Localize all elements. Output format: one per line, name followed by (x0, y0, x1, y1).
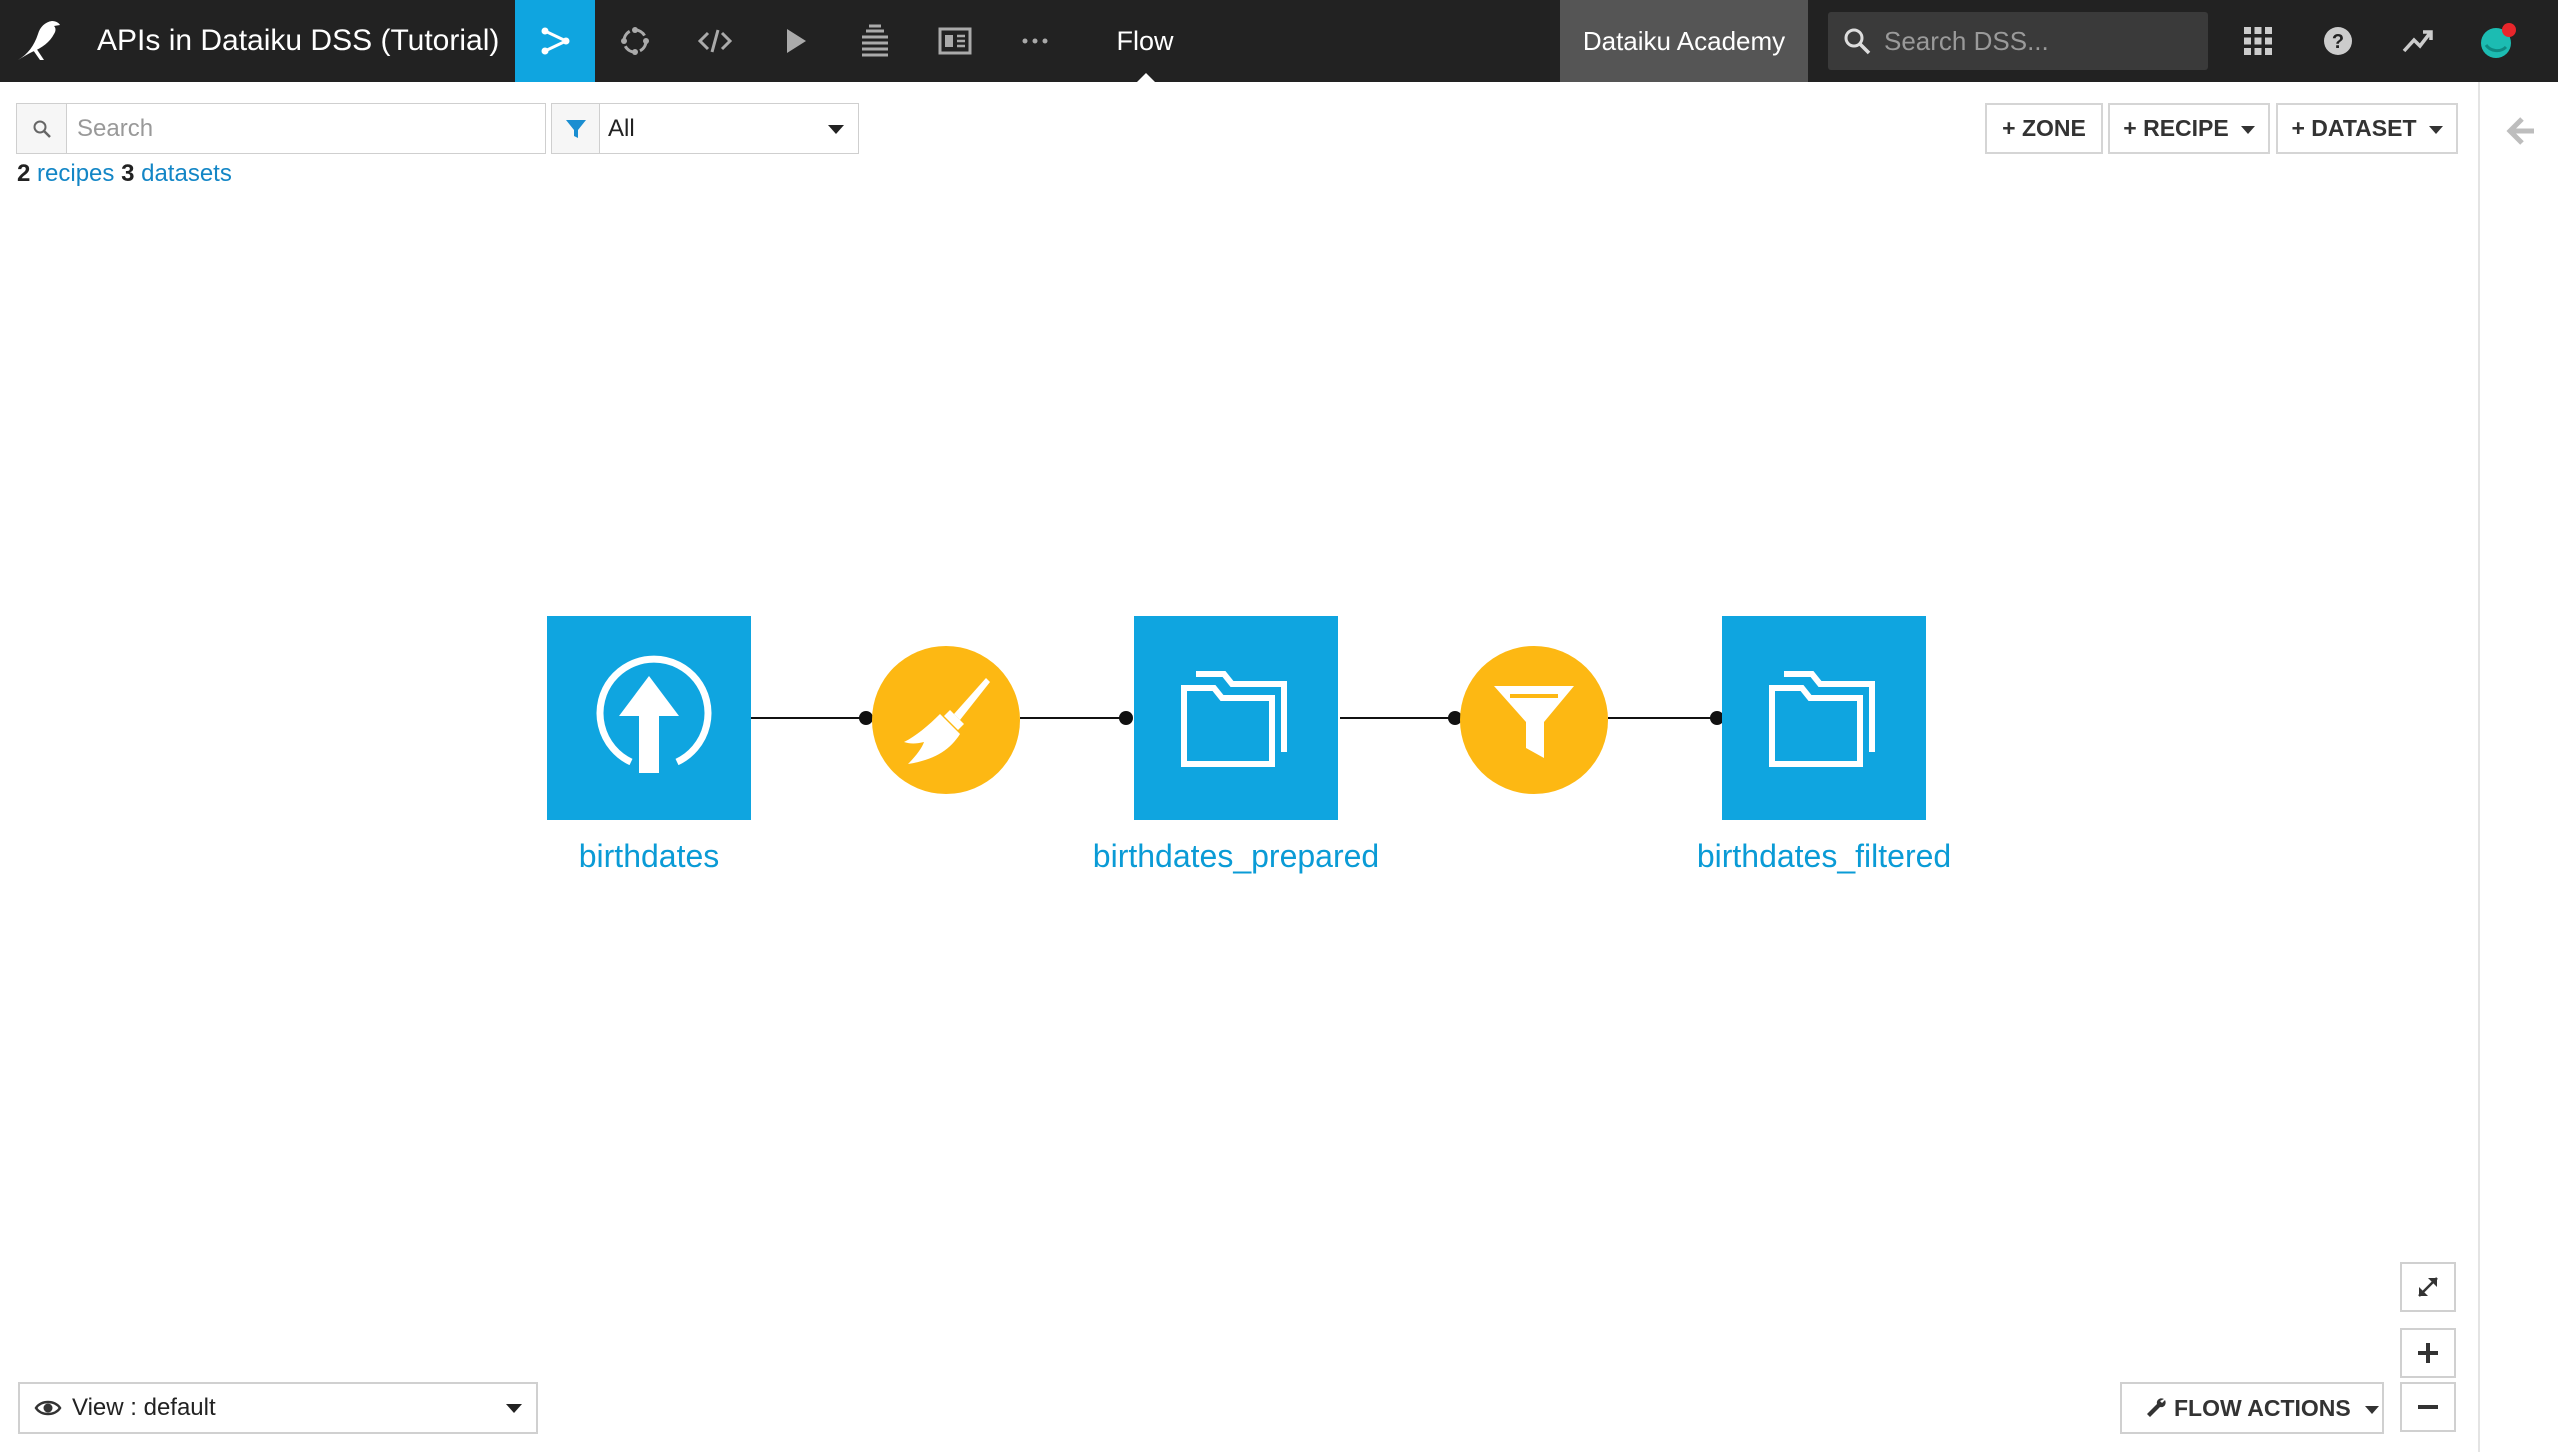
datasets-count: 3 (121, 160, 135, 187)
project-title[interactable]: APIs in Dataiku DSS (Tutorial) (97, 0, 499, 82)
add-zone-button[interactable]: + ZONE (1985, 103, 2103, 154)
filter-funnel-icon[interactable] (551, 103, 599, 154)
fit-to-screen-button[interactable] (2400, 1262, 2456, 1312)
dataset-label[interactable]: birthdates (449, 838, 849, 875)
dataiku-logo-icon[interactable] (14, 18, 64, 64)
view-select-label: View : default (72, 1394, 216, 1421)
activity-icon[interactable] (2382, 0, 2454, 82)
dashboard-icon[interactable] (915, 0, 995, 82)
flow-icon[interactable] (515, 0, 595, 82)
dataset-label[interactable]: birthdates_prepared (1036, 838, 1436, 875)
search-icon (17, 104, 67, 153)
svg-text:?: ? (2332, 31, 2344, 53)
chevron-down-icon (828, 125, 844, 134)
jobs-icon[interactable] (595, 0, 675, 82)
run-icon[interactable] (755, 0, 835, 82)
wrench-icon (2147, 1398, 2166, 1417)
zoom-out-button[interactable] (2400, 1382, 2456, 1432)
recipe-node-prepare[interactable] (872, 646, 1020, 794)
code-icon[interactable] (675, 0, 755, 82)
add-dataset-label: + DATASET (2291, 115, 2417, 141)
recipes-count: 2 (17, 160, 31, 187)
stack-icon[interactable] (835, 0, 915, 82)
folder-icon (1181, 671, 1287, 767)
flow-edge (1608, 717, 1718, 719)
flow-search-input[interactable] (77, 104, 537, 153)
dataset-node-birthdates-filtered[interactable] (1722, 616, 1926, 820)
plus-icon (2418, 1343, 2438, 1363)
add-recipe-button[interactable]: + RECIPE (2108, 103, 2270, 154)
flow-search[interactable] (16, 103, 546, 154)
zoom-in-button[interactable] (2400, 1328, 2456, 1378)
more-icon[interactable] (995, 0, 1075, 82)
filter-select[interactable]: All (599, 103, 859, 154)
recipes-link[interactable]: recipes (37, 160, 114, 187)
current-section-label: Flow (1116, 26, 1174, 56)
funnel-icon (1494, 686, 1574, 758)
flow-edge (751, 717, 866, 719)
dataiku-academy-link[interactable]: Dataiku Academy (1560, 0, 1808, 82)
edge-endpoint (859, 711, 873, 725)
flow-summary: 2 recipes 3 datasets (17, 160, 232, 188)
add-zone-label: + ZONE (2002, 115, 2086, 141)
view-select[interactable]: View : default (18, 1382, 538, 1434)
search-icon (1844, 28, 1871, 55)
eye-icon (34, 1400, 62, 1416)
upload-icon (596, 655, 712, 773)
flow-actions-button[interactable]: FLOW ACTIONS (2120, 1382, 2384, 1434)
apps-grid-icon[interactable] (2222, 0, 2294, 82)
flow-edge (1020, 717, 1126, 719)
expand-icon (2418, 1277, 2438, 1297)
chevron-down-icon (506, 1404, 522, 1413)
active-caret-icon (1137, 73, 1155, 82)
dataset-node-birthdates[interactable] (547, 616, 751, 820)
datasets-link[interactable]: datasets (141, 160, 232, 187)
chevron-down-icon (2364, 1405, 2379, 1414)
recipe-node-filter[interactable] (1460, 646, 1608, 794)
chevron-down-icon (2240, 125, 2255, 134)
current-section-flow[interactable]: Flow (1090, 0, 1200, 82)
flow-edge (1340, 717, 1455, 719)
right-side-panel (2478, 82, 2558, 1452)
add-dataset-button[interactable]: + DATASET (2276, 103, 2458, 154)
minus-icon (2418, 1405, 2438, 1409)
help-icon[interactable]: ? (2302, 0, 2374, 82)
folder-icon (1769, 671, 1875, 767)
top-navbar: APIs in Dataiku DSS (Tutorial) Flow Data… (0, 0, 2558, 82)
global-search[interactable] (1828, 12, 2208, 70)
collapse-panel-arrow-icon[interactable] (2504, 114, 2538, 148)
dataset-node-birthdates-prepared[interactable] (1134, 616, 1338, 820)
filter-select-value: All (608, 115, 635, 142)
notification-badge (2502, 23, 2516, 37)
broom-icon (904, 678, 990, 764)
add-recipe-label: + RECIPE (2123, 115, 2229, 141)
global-search-input[interactable] (1884, 12, 2194, 70)
edge-endpoint (1119, 711, 1133, 725)
chevron-down-icon (2428, 125, 2443, 134)
avatar[interactable] (2462, 0, 2534, 82)
dataset-label[interactable]: birthdates_filtered (1624, 838, 2024, 875)
flow-actions-label: FLOW ACTIONS (2174, 1395, 2351, 1421)
